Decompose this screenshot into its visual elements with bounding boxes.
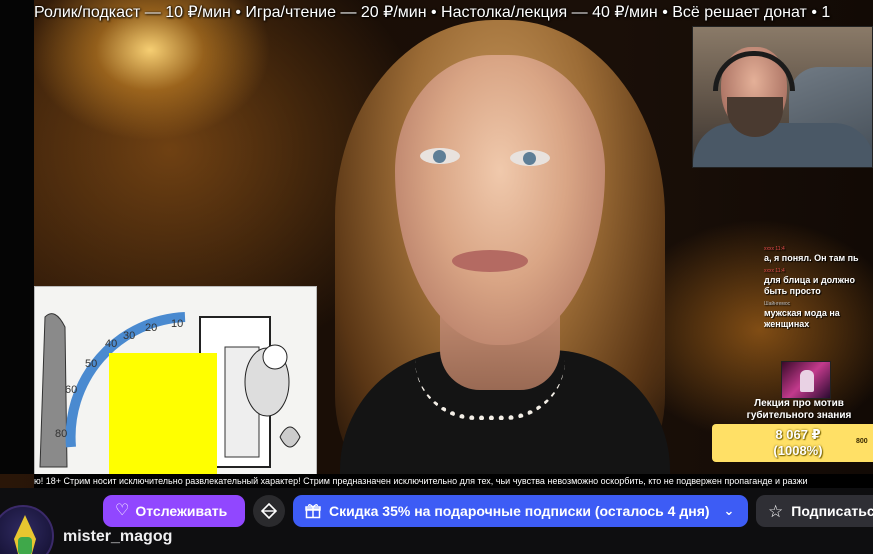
goal-title-line: Лекция про мотив bbox=[754, 398, 844, 409]
chat-text: женщинах bbox=[764, 319, 810, 329]
chat-overlay: xxxx 11:4 а, я понял. Он там пь xxxx 11:… bbox=[764, 246, 873, 334]
streamer-webcam bbox=[692, 26, 873, 168]
discount-label: Скидка 35% на подарочные подписки (остал… bbox=[329, 503, 710, 519]
chat-message: xxxx 11:4 а, я понял. Он там пь bbox=[764, 246, 873, 264]
subscribe-label: Подписаться bbox=[791, 503, 873, 519]
dial-number: 20 bbox=[145, 322, 157, 334]
gift-shortcut-button[interactable] bbox=[253, 495, 285, 527]
right-eye bbox=[510, 150, 550, 166]
goal-percent: (1008%) bbox=[773, 443, 823, 458]
follow-label: Отслеживать bbox=[135, 503, 228, 519]
heart-icon: ♡ bbox=[115, 502, 130, 519]
donation-goal-image bbox=[781, 361, 831, 399]
dial-number: 10 bbox=[171, 318, 183, 330]
channel-username[interactable]: mister_magog bbox=[63, 528, 172, 546]
lips bbox=[452, 250, 528, 272]
donation-goal-title: Лекция про мотив губительного знания bbox=[733, 398, 865, 422]
chat-username: Шайнгемос bbox=[764, 301, 791, 307]
chat-text: мужская мода на bbox=[764, 308, 840, 318]
chat-text: а, я понял. Он там пь bbox=[764, 253, 859, 263]
chat-message: xxxx 11:4 для блица и должно быть просто bbox=[764, 268, 873, 297]
dial-number: 40 bbox=[105, 338, 117, 350]
headset-icon bbox=[713, 51, 795, 91]
goal-amount: 8 067 ₽ bbox=[775, 427, 821, 442]
disclaimer-crawl: ю! 18+ Стрим носит исключительно развлек… bbox=[34, 474, 873, 488]
price-ticker: Ролик/подкаст — 10 ₽/мин • Игра/чтение —… bbox=[34, 4, 831, 21]
goal-title-line: губительного знания bbox=[746, 410, 852, 421]
goal-target: 800 bbox=[856, 438, 868, 445]
donation-goal-value: 8 067 ₽ (1008%) bbox=[712, 427, 873, 459]
dial-number: 30 bbox=[123, 330, 135, 342]
chat-username: xxxx 11:4 bbox=[764, 268, 785, 274]
donation-goal-bar: 8 067 ₽ (1008%) 800 bbox=[712, 424, 873, 462]
follow-button[interactable]: ♡ Отслеживать bbox=[103, 495, 245, 527]
dial-number: 80 bbox=[55, 428, 67, 440]
gift-icon bbox=[305, 504, 321, 519]
video-letterbox bbox=[0, 0, 34, 474]
chat-username: xxxx 11:4 bbox=[764, 246, 785, 252]
chevron-down-icon: ⌄ bbox=[723, 503, 735, 518]
chat-message: Шайнгемос мужская мода на женщинах bbox=[764, 301, 873, 330]
chat-text: для блица и должно bbox=[764, 275, 855, 285]
censor-block bbox=[109, 353, 217, 474]
comic-panel: 80 60 50 40 30 20 10 bbox=[34, 286, 317, 475]
avatar-figure-detail bbox=[18, 537, 32, 554]
diamond-icon bbox=[261, 503, 277, 519]
left-eye bbox=[420, 148, 460, 164]
subscribe-button[interactable]: ☆ Подписаться bbox=[756, 495, 873, 527]
dial-number: 60 bbox=[65, 384, 77, 396]
star-icon: ☆ bbox=[768, 501, 784, 521]
dial-number: 50 bbox=[85, 358, 97, 370]
chat-text: быть просто bbox=[764, 286, 821, 296]
gift-subs-discount-button[interactable]: Скидка 35% на подарочные подписки (остал… bbox=[293, 495, 748, 527]
webcam-body bbox=[693, 123, 872, 167]
stream-video[interactable]: Ролик/подкаст — 10 ₽/мин • Игра/чтение —… bbox=[0, 0, 873, 488]
